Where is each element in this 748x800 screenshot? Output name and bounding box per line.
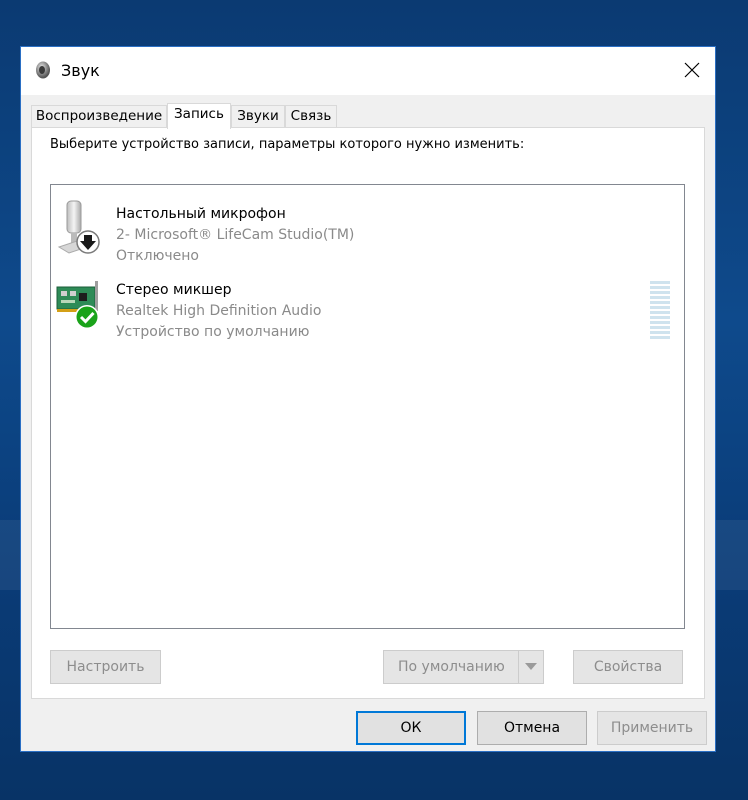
instructions-text: Выберите устройство записи, параметры ко…	[50, 137, 525, 152]
device-status: Устройство по умолчанию	[116, 324, 310, 340]
properties-button[interactable]: Свойства	[573, 650, 683, 684]
disabled-arrow-icon	[76, 230, 100, 254]
speaker-icon	[36, 61, 50, 79]
set-default-label: По умолчанию	[398, 659, 505, 675]
microphone-icon	[57, 200, 100, 254]
tab-recording[interactable]: Запись	[167, 103, 231, 129]
device-name: Настольный микрофон	[116, 206, 286, 222]
set-default-button[interactable]: По умолчанию	[383, 650, 544, 684]
ok-button[interactable]: ОК	[356, 711, 466, 745]
tab-communications[interactable]: Связь	[285, 105, 337, 127]
default-check-icon	[75, 305, 99, 329]
device-driver: Realtek High Definition Audio	[116, 303, 322, 319]
set-default-dropdown[interactable]	[518, 651, 543, 683]
close-icon	[684, 62, 700, 78]
chevron-down-icon	[525, 663, 537, 670]
tab-playback[interactable]: Воспроизведение	[31, 105, 167, 127]
tab-panel: Выберите устройство записи, параметры ко…	[31, 127, 705, 699]
device-driver: 2- Microsoft® LifeCam Studio(TM)	[116, 227, 355, 243]
window-title: Звук	[61, 61, 100, 80]
apply-button[interactable]: Применить	[597, 711, 707, 745]
device-status: Отключено	[116, 248, 199, 264]
soundcard-icon	[56, 281, 99, 329]
cancel-button[interactable]: Отмена	[477, 711, 587, 745]
device-item-stereo-mix[interactable]: Стерео микшер Realtek High Definition Au…	[51, 271, 684, 343]
level-meter	[650, 281, 670, 339]
configure-button[interactable]: Настроить	[50, 650, 161, 684]
title-bar: Звук	[21, 47, 715, 95]
tab-sounds[interactable]: Звуки	[231, 105, 285, 127]
device-item-desktop-microphone[interactable]: Настольный микрофон 2- Microsoft® LifeCa…	[51, 195, 684, 267]
device-list: Настольный микрофон 2- Microsoft® LifeCa…	[50, 184, 685, 629]
sound-dialog: Звук Воспроизведение Запись Звуки Связь …	[20, 46, 716, 752]
device-name: Стерео микшер	[116, 282, 232, 298]
close-button[interactable]	[669, 47, 715, 95]
